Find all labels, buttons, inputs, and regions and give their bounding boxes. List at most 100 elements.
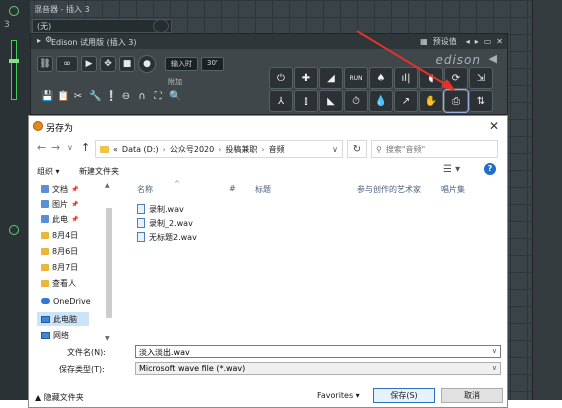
help-icon[interactable]: ? [484, 163, 496, 175]
organize-button[interactable]: 组织 ▾ [37, 166, 60, 177]
nav-item-this-pc-shortcut[interactable]: 此电 📌 [41, 212, 78, 226]
nav-item-folder[interactable]: 8月4日 [41, 228, 78, 242]
arrow-right-icon[interactable]: ▸ [37, 36, 41, 45]
mixer-slot[interactable]: (无) [32, 19, 172, 33]
blob-icon[interactable]: ◖ [419, 67, 443, 89]
loop-region-icon[interactable]: ∩ [137, 91, 147, 102]
nav-scrollbar[interactable]: ▲ ▼ [105, 182, 114, 342]
nav-item-folder[interactable]: 查看人 [41, 276, 76, 290]
power-icon[interactable]: ⏻ [269, 67, 293, 89]
save-icon[interactable]: 💾 [41, 91, 53, 102]
split-icon[interactable]: ⅄ [269, 90, 293, 112]
input-mode-display[interactable]: 输入时 [165, 57, 198, 71]
play-button[interactable]: ▶ [81, 56, 97, 72]
cut-icon[interactable]: ✂ [73, 91, 83, 102]
chevron-down-icon[interactable]: ∨ [332, 145, 338, 154]
breadcrumb-folder[interactable]: 投稿兼职 [225, 144, 257, 155]
nav-item-documents[interactable]: 文档 📌 [41, 182, 78, 196]
save-sample-icon[interactable]: ⎙ [443, 89, 469, 113]
file-row[interactable]: 无标题2.wav [137, 230, 197, 244]
fade-out-icon[interactable]: ◣ [319, 90, 343, 112]
record-button[interactable]: ● [138, 55, 156, 73]
refresh-button[interactable]: ↻ [347, 140, 367, 158]
drop-icon[interactable]: 💧 [369, 90, 393, 112]
clock-icon[interactable]: ⏱ [344, 90, 368, 112]
recent-dropdown-icon[interactable]: ∨ [67, 143, 73, 152]
link-button[interactable]: ⛓ [37, 56, 53, 72]
chevron-down-icon[interactable]: ∨ [492, 364, 497, 372]
close-icon[interactable]: ✕ [489, 119, 499, 133]
file-row[interactable]: 录制.wav [137, 202, 184, 216]
scroll-down-icon[interactable]: ▼ [105, 335, 110, 342]
speaker-icon[interactable]: ◀ [489, 52, 497, 65]
resize-icon[interactable]: ⇅ [469, 90, 493, 112]
zoom-out-icon[interactable]: ⊖ [121, 91, 131, 102]
breadcrumb-overflow[interactable]: « [113, 145, 118, 154]
file-row[interactable]: 录制_2.wav [137, 216, 193, 230]
forward-icon[interactable]: → [51, 141, 60, 154]
scroll-up-icon[interactable]: ▲ [105, 182, 110, 189]
scroll-thumb[interactable] [106, 208, 112, 318]
send-to-icon[interactable]: ⇲ [469, 67, 493, 89]
drag-hand-icon[interactable]: ✋ [419, 90, 443, 112]
nav-item-onedrive[interactable]: OneDrive [41, 294, 91, 308]
breadcrumb-drive[interactable]: Data (D:) [122, 145, 159, 154]
new-folder-button[interactable]: 新建文件夹 [79, 166, 119, 177]
sort-ascending-icon: ^ [174, 180, 180, 188]
filetype-select[interactable]: Microsoft wave file (*.wav) ∨ [135, 362, 501, 375]
marker-icon[interactable]: ❕ [105, 91, 117, 102]
next-preset-icon[interactable]: ▸ [475, 37, 479, 46]
close-icon[interactable]: ✕ [496, 37, 503, 46]
crosshair-icon[interactable]: ✚ [294, 67, 318, 89]
nav-item-pictures[interactable]: 图片 📌 [41, 197, 78, 211]
send-knob[interactable] [9, 225, 19, 235]
equalizer-icon[interactable]: ıl| [394, 67, 418, 89]
spectrum-icon[interactable]: ⫾ [294, 90, 318, 112]
hide-folders-button[interactable]: ▲ 隐藏文件夹 [35, 392, 84, 403]
nav-item-this-pc[interactable]: 此电脑 [37, 312, 89, 326]
address-bar[interactable]: « Data (D:) › 公众号2020 › 投稿兼职 › 音频 ∨ [95, 140, 343, 158]
column-album[interactable]: 唱片集 [441, 184, 465, 196]
breadcrumb-current[interactable]: 音频 [269, 144, 285, 155]
length-display[interactable]: 30' [201, 57, 224, 71]
slot-toggle[interactable] [153, 19, 169, 33]
volume-fader[interactable] [9, 40, 19, 100]
prev-preset-icon[interactable]: ◂ [466, 37, 470, 46]
search-input[interactable]: ⚲ 搜索"音频" [371, 140, 498, 158]
tools-icon[interactable]: 🔧 [89, 91, 101, 102]
stop-button[interactable]: ■ [119, 56, 135, 72]
grid-icon[interactable]: ▦ [420, 37, 428, 46]
breadcrumb-folder[interactable]: 公众号2020 [170, 144, 214, 155]
column-number[interactable]: # [229, 184, 236, 196]
spade-icon[interactable]: ♠ [369, 67, 393, 89]
pin-icon: 📌 [71, 215, 79, 223]
copy-icon[interactable]: 📋 [57, 91, 69, 102]
record-mode-button[interactable]: ✥ [100, 56, 116, 72]
preset-label[interactable]: 预设值 [433, 36, 457, 47]
view-options-icon[interactable]: ☰ ▾ [443, 164, 460, 175]
column-title[interactable]: 标题 [255, 184, 271, 196]
loop-button[interactable]: ∞ [56, 56, 78, 72]
rotate-icon[interactable]: ⟳ [444, 67, 468, 89]
nav-item-folder[interactable]: 8月7日 [41, 260, 78, 274]
minimize-icon[interactable]: ▭ [484, 37, 492, 46]
zoom-icon[interactable]: 🔍 [169, 91, 181, 102]
save-button[interactable]: 保存(S) [373, 388, 435, 403]
cancel-button[interactable]: 取消 [441, 388, 503, 403]
nav-item-network[interactable]: 网络 [41, 330, 69, 340]
pen-icon[interactable]: ↗ [394, 90, 418, 112]
pan-knob[interactable] [9, 6, 19, 16]
fit-icon[interactable]: ⛶ [153, 91, 163, 102]
favorites-dropdown[interactable]: Favorites ▾ [317, 391, 360, 400]
track-number: 3 [4, 20, 10, 30]
ramp-icon[interactable]: ◢ [319, 67, 343, 89]
column-name[interactable]: 名称 [137, 184, 153, 196]
address-row: ← → ∨ ↑ « Data (D:) › 公众号2020 › 投稿兼职 › 音… [29, 138, 507, 160]
chevron-down-icon[interactable]: ∨ [492, 347, 497, 355]
column-artists[interactable]: 参与创作的艺术家 [357, 184, 421, 196]
run-icon[interactable]: RUN [344, 67, 368, 89]
back-icon[interactable]: ← [37, 141, 46, 154]
up-icon[interactable]: ↑ [81, 141, 90, 154]
nav-item-folder[interactable]: 8月6日 [41, 244, 78, 258]
filename-field[interactable]: 淡入淡出.wav ∨ [135, 345, 501, 358]
